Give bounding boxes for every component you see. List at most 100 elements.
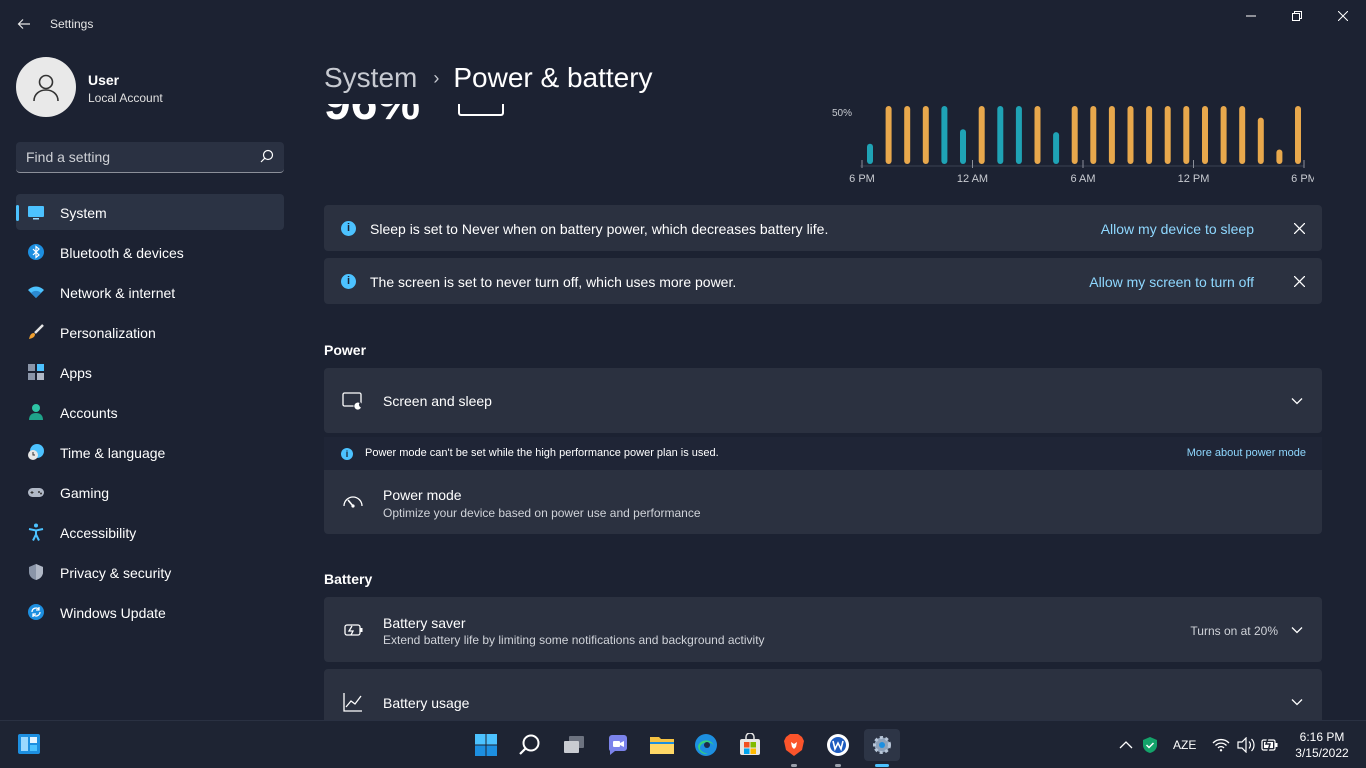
sidebar-item-system[interactable]: System: [16, 194, 284, 230]
settings-app-button[interactable]: [864, 729, 900, 767]
notice-message: Power mode can't be set while the high p…: [365, 447, 719, 459]
shield-icon: [29, 564, 43, 580]
running-indicator: [835, 764, 841, 767]
sidebar-item-time-language[interactable]: Time & language: [16, 434, 284, 470]
allow-sleep-link[interactable]: Allow my device to sleep: [1101, 221, 1254, 237]
breadcrumb-parent[interactable]: System: [324, 62, 417, 94]
microsoft-store-button[interactable]: [734, 729, 766, 761]
bluetooth-icon: [28, 244, 44, 260]
input-language-indicator[interactable]: AZE: [1173, 738, 1196, 752]
screen-sleep-icon: [342, 392, 363, 411]
widgets-icon: [18, 734, 40, 754]
minimize-button[interactable]: [1228, 0, 1274, 32]
volume-icon[interactable]: [1237, 737, 1255, 753]
chart-bar: [1239, 106, 1246, 164]
chart-bar: [997, 106, 1004, 164]
chevron-down-icon[interactable]: [1290, 394, 1304, 408]
store-icon: [740, 733, 760, 755]
system-clock[interactable]: 6:16 PM 3/15/2022: [1290, 729, 1354, 761]
search-icon: [519, 734, 540, 755]
word-app-button[interactable]: [822, 729, 854, 767]
chart-bar: [1164, 106, 1171, 164]
search-button[interactable]: [514, 729, 546, 761]
user-icon: [33, 74, 59, 102]
card-title: Battery usage: [383, 695, 470, 711]
power-mode-card: Power mode Optimize your device based on…: [324, 470, 1322, 534]
edge-icon: [695, 734, 717, 756]
sidebar-item-label: Network & internet: [60, 285, 176, 301]
dismiss-button[interactable]: [1288, 217, 1310, 239]
sidebar-item-label: Bluetooth & devices: [60, 245, 184, 261]
chart-bar: [1257, 117, 1264, 164]
battery-charging-icon[interactable]: [1261, 737, 1279, 753]
close-button[interactable]: [1320, 0, 1366, 32]
chart-bar: [1090, 106, 1097, 164]
brave-browser-button[interactable]: [778, 729, 810, 767]
chart-x-tick-label: 12 PM: [1178, 173, 1210, 185]
brave-lion-icon: [784, 734, 804, 756]
card-subtitle: Optimize your device based on power use …: [383, 506, 701, 520]
running-indicator: [875, 764, 889, 767]
line-chart-icon: [343, 693, 362, 712]
gamepad-icon: [28, 488, 44, 497]
maximize-button[interactable]: [1274, 0, 1320, 32]
dismiss-button[interactable]: [1288, 270, 1310, 292]
sidebar-item-bluetooth[interactable]: Bluetooth & devices: [16, 234, 284, 270]
chart-bar: [1015, 106, 1022, 164]
allow-screen-off-link[interactable]: Allow my screen to turn off: [1089, 274, 1254, 290]
battery-level-chart: 50% 6 PM 12 AM 6 AM 12 PM 6 PM: [832, 106, 1314, 185]
sidebar-item-windows-update[interactable]: Windows Update: [16, 594, 284, 630]
back-arrow-icon: [17, 19, 30, 29]
wifi-icon[interactable]: [1212, 738, 1230, 752]
sidebar-item-accounts[interactable]: Accounts: [16, 394, 284, 430]
widgets-button[interactable]: [16, 732, 42, 756]
sidebar-item-accessibility[interactable]: Accessibility: [16, 514, 284, 550]
task-view-button[interactable]: [558, 729, 590, 761]
screen-sleep-card[interactable]: Screen and sleep: [324, 368, 1322, 433]
chart-y-tick-label: 50%: [832, 108, 852, 119]
chat-icon: [609, 735, 627, 755]
screen-info-bar: i The screen is set to never turn off, w…: [324, 258, 1322, 304]
start-button[interactable]: [470, 729, 502, 761]
battery-usage-card[interactable]: Battery usage: [324, 669, 1322, 720]
battery-saver-icon: [344, 624, 363, 636]
account-type: Local Account: [88, 91, 163, 105]
teams-chat-button[interactable]: [602, 729, 634, 761]
sidebar-item-apps[interactable]: Apps: [16, 354, 284, 390]
sidebar-item-privacy[interactable]: Privacy & security: [16, 554, 284, 590]
chevron-down-icon[interactable]: [1290, 623, 1304, 637]
info-message: Sleep is set to Never when on battery po…: [370, 221, 829, 237]
user-name: User: [88, 72, 120, 88]
gear-icon: [873, 736, 891, 754]
chart-bar: [1220, 106, 1227, 164]
main-content[interactable]: 96% 50% 6 PM 12 AM 6 AM 12 PM 6 PM i Sleep i…: [324, 104, 1324, 720]
chart-bar: [941, 106, 948, 164]
security-shield-icon[interactable]: [1142, 736, 1158, 754]
sidebar-item-label: Windows Update: [60, 605, 166, 621]
update-icon: [28, 604, 44, 620]
back-button[interactable]: [12, 10, 36, 38]
chart-bar: [1127, 106, 1134, 164]
file-explorer-button[interactable]: [646, 729, 678, 761]
avatar[interactable]: [16, 57, 76, 117]
search-input[interactable]: [26, 142, 256, 172]
wifi-icon: [28, 286, 44, 298]
chevron-up-icon[interactable]: [1119, 739, 1133, 751]
gauge-icon: [343, 496, 363, 508]
card-subtitle: Extend battery life by limiting some not…: [383, 633, 765, 647]
sidebar-nav: System Bluetooth & devices Network & int…: [16, 194, 284, 634]
sidebar-item-label: Privacy & security: [60, 565, 172, 581]
sidebar-item-network[interactable]: Network & internet: [16, 274, 284, 310]
sidebar-item-label: Accessibility: [60, 525, 137, 541]
clock-time: 6:16 PM: [1299, 730, 1345, 744]
battery-saver-card[interactable]: Battery saver Extend battery life by lim…: [324, 597, 1322, 662]
search-icon[interactable]: [260, 149, 274, 168]
sidebar-item-gaming[interactable]: Gaming: [16, 474, 284, 510]
edge-browser-button[interactable]: [690, 729, 722, 761]
apps-icon: [28, 364, 44, 380]
chart-bar: [1071, 106, 1078, 164]
more-about-power-mode-link[interactable]: More about power mode: [1187, 447, 1306, 459]
sidebar-item-personalization[interactable]: Personalization: [16, 314, 284, 350]
search-box[interactable]: [16, 142, 284, 173]
chevron-down-icon[interactable]: [1290, 695, 1304, 709]
